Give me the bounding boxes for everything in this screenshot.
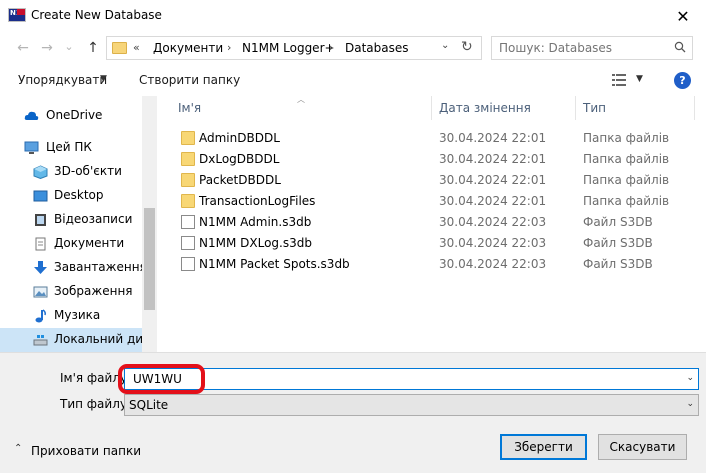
search-icon <box>674 41 686 53</box>
save-form: Ім'я файлу: UW1WU ⌄ Тип файлу: SQLite ⌄ … <box>0 352 706 473</box>
search-input[interactable] <box>492 37 662 59</box>
refresh-icon[interactable]: ↻ <box>461 39 473 55</box>
address-overflow[interactable]: « <box>133 41 140 54</box>
sidebar-item-documents[interactable]: Документи <box>0 232 142 256</box>
sidebar-item-3d-objects[interactable]: 3D-об'єкти <box>0 160 142 184</box>
folder-icon <box>181 152 195 166</box>
collapse-chevron-icon[interactable]: ⌃ <box>14 443 22 454</box>
hide-folders-button[interactable]: Приховати папки <box>31 444 141 458</box>
view-options-icon[interactable] <box>612 73 626 87</box>
filetype-value: SQLite <box>129 398 169 412</box>
folder-icon <box>181 173 195 187</box>
file-row-n1mm-packet-spots[interactable]: N1MM Packet Spots.s3db 30.04.2024 22:03 … <box>157 254 697 275</box>
window-title: Create New Database <box>31 8 162 22</box>
sidebar-item-onedrive[interactable]: OneDrive <box>0 104 142 128</box>
cloud-icon <box>24 111 39 120</box>
filetype-chevron-down-icon[interactable]: ⌄ <box>686 399 694 409</box>
folder-icon <box>181 131 195 145</box>
sidebar-item-videos[interactable]: Відеозаписи <box>0 208 142 232</box>
address-segment-documents[interactable]: Документи <box>153 41 223 55</box>
sidebar-item-pictures[interactable]: Зображення <box>0 280 142 304</box>
column-header-row: ︿ Ім'я Дата змінення Тип <box>157 95 706 120</box>
address-dropdown-chevron-icon[interactable]: ⌄ <box>441 40 449 51</box>
organize-button[interactable]: Упорядкувати <box>18 73 107 87</box>
view-chevron-down-icon[interactable]: ▼ <box>636 74 643 84</box>
back-arrow-icon[interactable]: ← <box>14 38 32 58</box>
recent-locations-chevron-icon[interactable]: ⌄ <box>60 36 78 56</box>
address-bar[interactable]: « Документи › N1MM Logger+ › Databases ⌄… <box>106 36 482 60</box>
app-icon: N1 <box>8 8 26 22</box>
music-icon <box>35 309 46 323</box>
address-segment-databases[interactable]: Databases <box>345 41 409 55</box>
search-box[interactable] <box>491 36 693 60</box>
sidebar-item-this-pc[interactable]: Цей ПК <box>0 136 142 160</box>
column-header-date[interactable]: Дата змінення <box>439 101 531 115</box>
file-row-n1mm-dxlog[interactable]: N1MM DXLog.s3db 30.04.2024 22:03 Файл S3… <box>157 233 697 254</box>
address-separator[interactable]: › <box>329 41 333 54</box>
filetype-label: Тип файлу: <box>60 397 132 411</box>
file-row-admindbddl[interactable]: AdminDBDDL 30.04.2024 22:01 Папка файлів <box>157 128 697 149</box>
video-icon <box>35 214 46 226</box>
title-bar: N1 Create New Database ✕ <box>0 0 706 32</box>
forward-arrow-icon[interactable]: → <box>38 38 56 58</box>
help-icon[interactable]: ? <box>674 72 691 89</box>
file-list: ︿ Ім'я Дата змінення Тип AdminDBDDL 30.0… <box>157 95 706 352</box>
cancel-button[interactable]: Скасувати <box>598 434 687 460</box>
file-row-transactionlogfiles[interactable]: TransactionLogFiles 30.04.2024 22:01 Пап… <box>157 191 697 212</box>
close-icon[interactable]: ✕ <box>660 0 706 32</box>
file-icon <box>181 236 195 250</box>
command-toolbar: Упорядкувати ▼ Створити папку ▼ ? <box>0 66 706 96</box>
column-header-type[interactable]: Тип <box>583 101 606 115</box>
picture-icon <box>33 286 48 298</box>
download-icon <box>34 261 47 274</box>
file-icon <box>181 257 195 271</box>
new-folder-button[interactable]: Створити папку <box>139 73 240 87</box>
save-button[interactable]: Зберегти <box>500 434 587 460</box>
document-icon <box>35 237 46 251</box>
cube-icon <box>33 165 48 179</box>
organize-chevron-down-icon[interactable]: ▼ <box>100 74 107 84</box>
folder-icon <box>112 42 127 54</box>
address-segment-n1mm[interactable]: N1MM Logger+ <box>242 41 335 55</box>
sidebar-item-downloads[interactable]: Завантаження <box>0 256 147 280</box>
file-icon <box>181 215 195 229</box>
navigation-bar: ← → ⌄ ↑ « Документи › N1MM Logger+ › Dat… <box>0 34 706 62</box>
filename-chevron-down-icon[interactable]: ⌄ <box>686 373 694 383</box>
sidebar-item-desktop[interactable]: Desktop <box>0 184 142 208</box>
address-separator[interactable]: › <box>227 41 231 54</box>
file-row-dxlogdbddl[interactable]: DxLogDBDDL 30.04.2024 22:01 Папка файлів <box>157 149 697 170</box>
desktop-icon <box>33 190 48 202</box>
drive-icon <box>33 335 48 346</box>
filename-field[interactable]: UW1WU ⌄ <box>124 368 699 390</box>
sidebar-item-local-disk[interactable]: Локальний диск <box>0 328 157 352</box>
sidebar-item-music[interactable]: Музика <box>0 304 142 328</box>
folder-icon <box>181 194 195 208</box>
up-arrow-icon[interactable]: ↑ <box>84 38 102 58</box>
navigation-pane: OneDrive Цей ПК 3D-об'єкти Desktop Відео… <box>0 96 157 352</box>
sort-ascending-icon: ︿ <box>297 95 305 104</box>
computer-icon <box>24 141 39 154</box>
file-row-n1mm-admin[interactable]: N1MM Admin.s3db 30.04.2024 22:03 Файл S3… <box>157 212 697 233</box>
column-header-name[interactable]: Ім'я <box>178 101 201 115</box>
file-row-packetdbddl[interactable]: PacketDBDDL 30.04.2024 22:01 Папка файлі… <box>157 170 697 191</box>
filetype-select[interactable]: SQLite ⌄ <box>124 394 699 416</box>
sidebar-scrollbar-thumb[interactable] <box>144 208 155 310</box>
filename-highlight-annotation <box>118 364 205 394</box>
sidebar-scrollbar[interactable] <box>142 96 157 352</box>
